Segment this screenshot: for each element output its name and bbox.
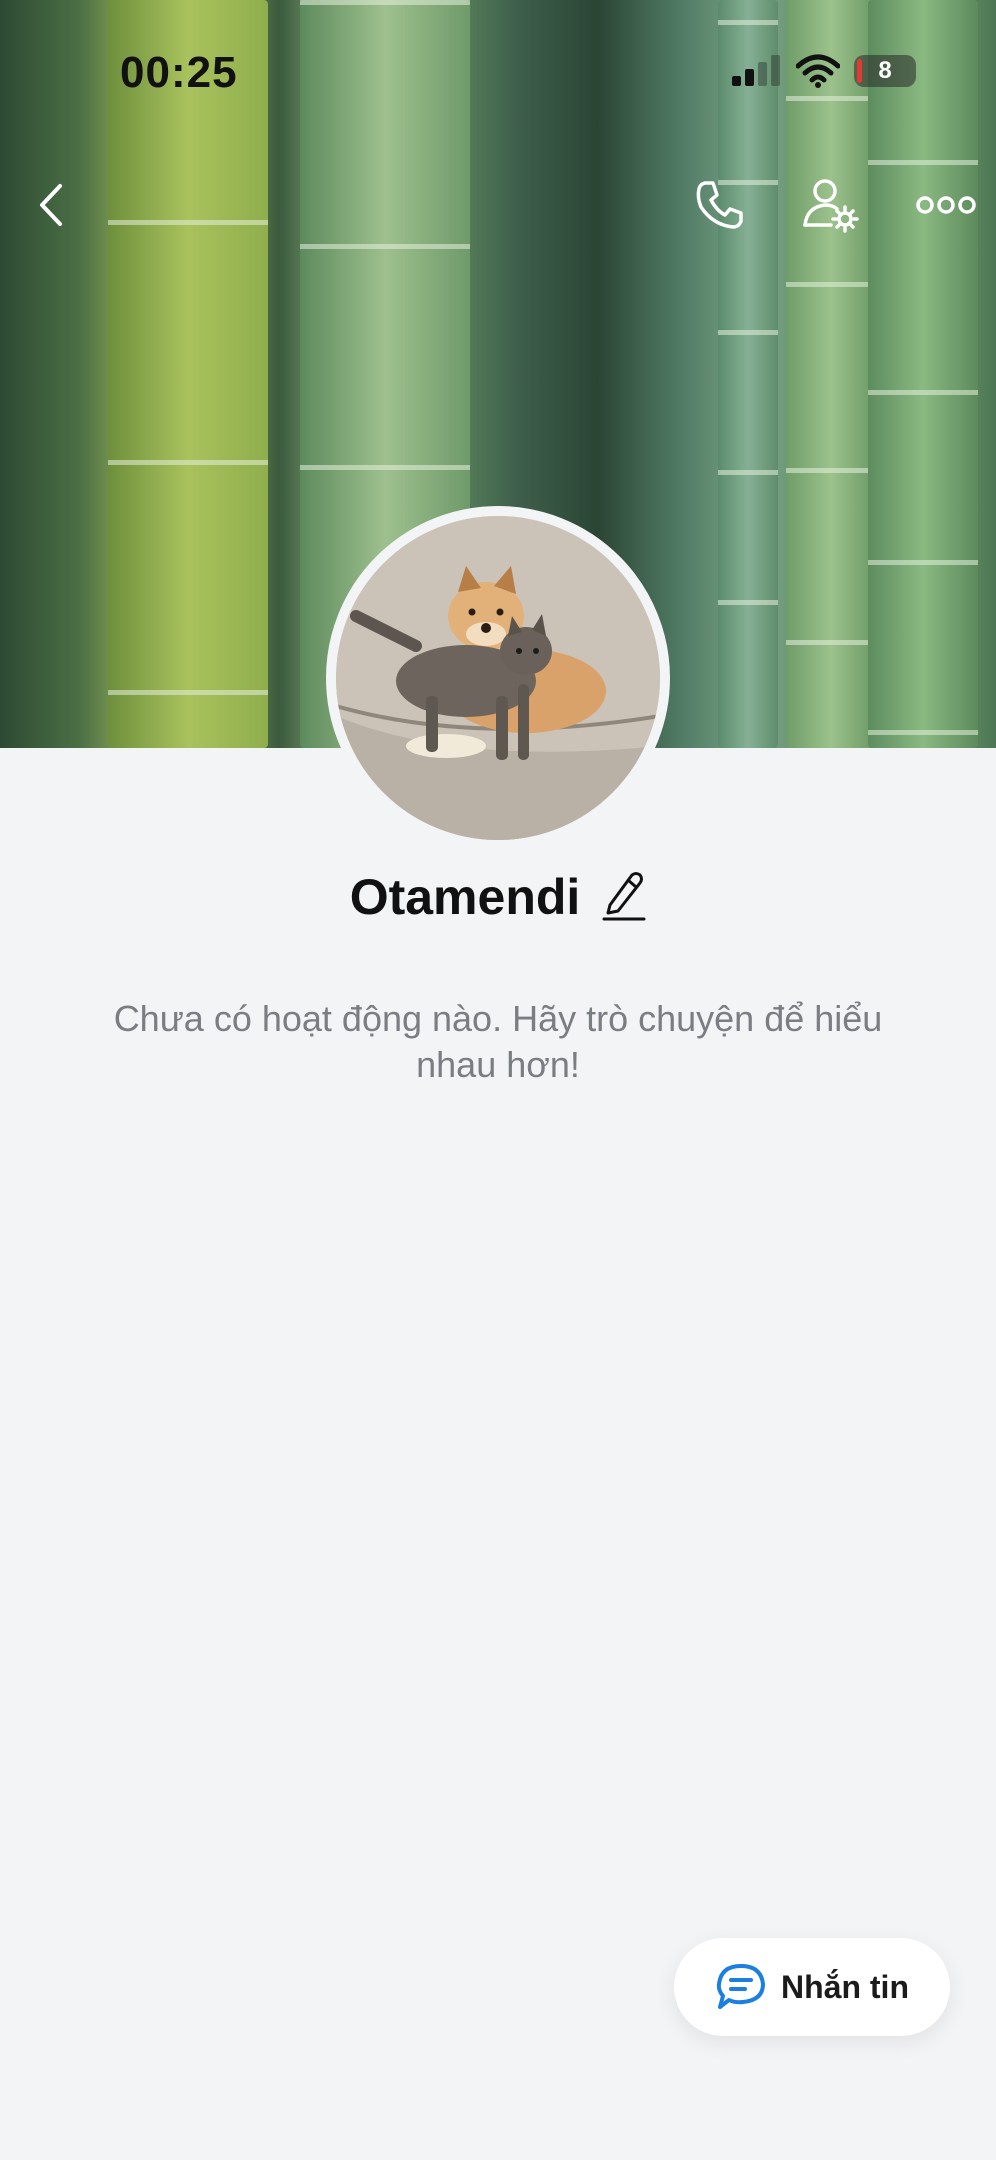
edit-name-button[interactable]: [600, 869, 646, 926]
battery-low-bar: [857, 59, 862, 83]
chat-bubble-icon: [716, 1964, 765, 2009]
status-icons: 8: [732, 54, 916, 88]
bamboo-stalk: [786, 0, 876, 748]
bamboo-stalk: [718, 0, 778, 748]
back-button[interactable]: [16, 170, 86, 240]
message-button-label: Nhắn tin: [781, 1968, 909, 2005]
status-time: 00:25: [120, 48, 238, 97]
more-dots-icon: [916, 196, 976, 214]
profile-name: Otamendi: [349, 869, 581, 925]
battery-indicator: 8: [854, 55, 916, 87]
back-arrow-icon: [40, 184, 62, 226]
avatar-photo: [336, 516, 660, 840]
message-button[interactable]: Nhắn tin: [674, 1938, 950, 2036]
user-settings-icon: [803, 179, 859, 233]
profile-avatar[interactable]: [326, 506, 670, 850]
phone-icon: [696, 181, 743, 229]
call-button[interactable]: [684, 170, 754, 240]
bamboo-stalk: [108, 0, 268, 748]
battery-level: 8: [878, 57, 892, 84]
more-button[interactable]: [906, 170, 986, 240]
wifi-icon: [796, 54, 840, 88]
cellular-signal-icon: [732, 55, 780, 86]
empty-activity-message: Chưa có hoạt động nào. Hãy trò chuyện để…: [113, 998, 883, 1085]
bamboo-stalk: [868, 0, 978, 748]
user-settings-button[interactable]: [796, 170, 866, 240]
pencil-icon: [602, 871, 646, 920]
profile-name-row: Otamendi: [0, 868, 996, 926]
